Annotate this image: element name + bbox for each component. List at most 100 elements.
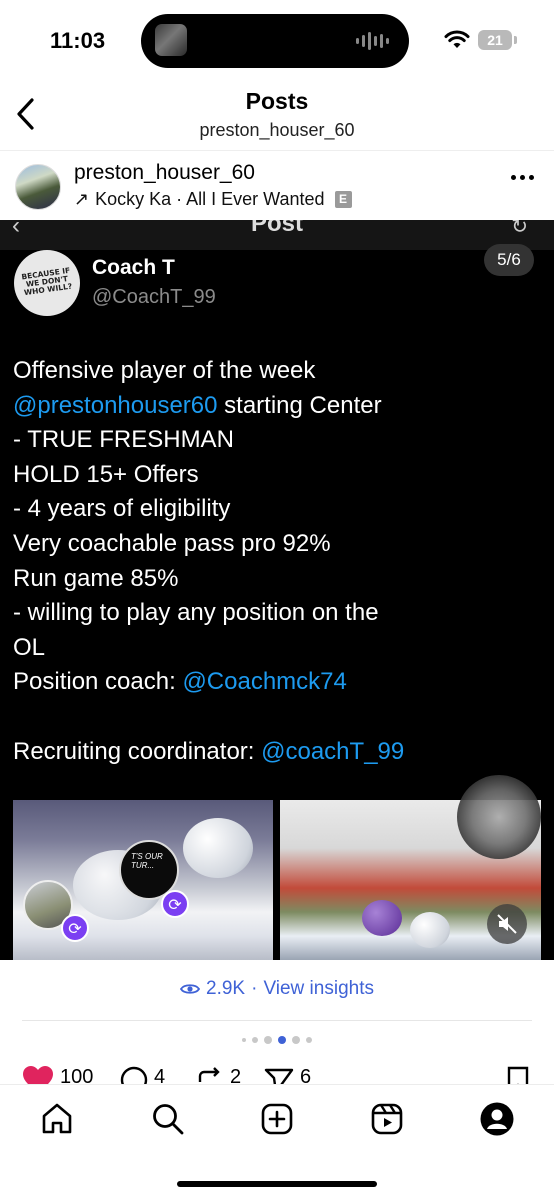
reels-icon bbox=[371, 1103, 403, 1135]
refresh-icon: ↻ bbox=[511, 220, 528, 238]
more-options-button[interactable] bbox=[511, 175, 534, 180]
nav-profile[interactable] bbox=[479, 1101, 515, 1137]
divider bbox=[22, 1020, 532, 1021]
share-button[interactable]: 6 bbox=[264, 1066, 311, 1084]
post-actions: 100 4 2 6 bbox=[0, 1062, 554, 1084]
nav-create[interactable] bbox=[259, 1101, 295, 1137]
tweet-author-name: Coach T bbox=[92, 256, 175, 279]
nav-search[interactable] bbox=[150, 1101, 186, 1137]
repost-count: 2 bbox=[230, 1066, 242, 1084]
tweet-line-text: HOLD 15+ Offers bbox=[13, 460, 199, 488]
music-attribution[interactable]: ↗ Kocky Ka · All I Ever Wanted E bbox=[74, 189, 352, 210]
avatar[interactable] bbox=[15, 164, 61, 210]
tweet-line: Offensive player of the week bbox=[13, 354, 543, 389]
status-bar: 11:03 21 bbox=[0, 0, 554, 84]
tweet-line: OL bbox=[13, 631, 543, 666]
like-button[interactable]: 100 bbox=[22, 1066, 93, 1084]
search-icon bbox=[153, 1104, 184, 1135]
home-icon bbox=[42, 1103, 72, 1134]
tweet-line-text: Very coachable pass pro 92% bbox=[13, 529, 331, 557]
tweet-line-text: Position coach: bbox=[13, 668, 183, 696]
dynamic-island[interactable] bbox=[141, 14, 409, 68]
home-indicator[interactable] bbox=[177, 1181, 377, 1187]
battery-icon: 21 bbox=[478, 30, 517, 50]
post-media[interactable]: ‹ Post ↻ BECAUSE IF WE DON'T WHO WILL? C… bbox=[0, 220, 554, 960]
mute-button[interactable] bbox=[487, 904, 527, 944]
screenshot-title: Post bbox=[250, 220, 303, 237]
carousel-dot bbox=[264, 1036, 272, 1044]
floating-assistive-button[interactable] bbox=[457, 775, 541, 859]
tweet-line: Recruiting coordinator: @coachT_99 bbox=[13, 735, 543, 770]
save-button[interactable] bbox=[506, 1066, 530, 1084]
screenshot-topbar: ‹ Post ↻ bbox=[0, 220, 554, 250]
avatar-shirt-text: BECAUSE IF WE DON'T WHO WILL? bbox=[20, 265, 73, 298]
battery-level: 21 bbox=[487, 32, 503, 48]
wifi-icon bbox=[444, 30, 470, 48]
status-indicators: 21 bbox=[444, 30, 517, 50]
bookmark-icon bbox=[507, 1066, 529, 1084]
tweet-line-text: Offensive player of the week bbox=[13, 357, 316, 384]
share-count: 6 bbox=[300, 1066, 312, 1084]
explicit-badge: E bbox=[334, 191, 352, 208]
music-label: Kocky Ka · All I Ever Wanted bbox=[95, 189, 325, 209]
tweet-photo-left: T'S OUR TUR... ⟳ ⟳ bbox=[13, 800, 273, 960]
carousel-dot bbox=[292, 1036, 300, 1044]
repost-badge-icon: ⟳ bbox=[161, 890, 189, 918]
create-icon bbox=[261, 1103, 293, 1135]
carousel-dot bbox=[278, 1036, 286, 1044]
view-insights-link[interactable]: 2.9K · View insights bbox=[0, 978, 554, 1000]
tweet-line: HOLD 15+ Offers bbox=[13, 458, 543, 493]
more-dot-icon bbox=[511, 175, 516, 180]
tweet-line-text: Recruiting coordinator: bbox=[13, 737, 262, 765]
tweet-line-text: Run game 85% bbox=[13, 564, 179, 592]
repost-badge-icon: ⟳ bbox=[61, 914, 89, 942]
tweet-line: Run game 85% bbox=[13, 562, 543, 597]
carousel-indicator bbox=[0, 1036, 554, 1044]
tweet-mention-link[interactable]: @prestonhouser60 bbox=[13, 392, 218, 419]
carousel-dot bbox=[242, 1038, 246, 1042]
audio-waveform-icon bbox=[356, 32, 389, 50]
eye-icon bbox=[180, 984, 201, 994]
post-header: preston_houser_60 ↗ Kocky Ka · All I Eve… bbox=[0, 150, 554, 220]
nav-home[interactable] bbox=[39, 1101, 75, 1137]
logo-text: T'S OUR TUR... bbox=[131, 852, 163, 870]
tweet-line: - 4 years of eligibility bbox=[13, 492, 543, 527]
tweet-line-text: - willing to play any position on the bbox=[13, 599, 379, 627]
insights-label: View insights bbox=[263, 978, 374, 999]
send-icon bbox=[264, 1068, 294, 1084]
tweet-line-text: - 4 years of eligibility bbox=[13, 495, 231, 523]
insights-separator: · bbox=[251, 978, 258, 999]
nav-reels[interactable] bbox=[369, 1101, 405, 1137]
more-dot-icon bbox=[529, 175, 534, 180]
comment-count: 4 bbox=[154, 1066, 166, 1084]
tweet-line-text: starting Center bbox=[217, 391, 382, 419]
page-title: Posts bbox=[245, 88, 309, 114]
status-time: 11:03 bbox=[50, 28, 106, 53]
helmet-shape bbox=[183, 818, 253, 878]
like-count: 100 bbox=[60, 1066, 94, 1084]
tweet-line: @prestonhouser60 starting Center bbox=[13, 389, 543, 424]
tweet-mention-link[interactable]: @coachT_99 bbox=[261, 738, 404, 765]
now-playing-artwork bbox=[155, 24, 187, 56]
tweet-line bbox=[13, 700, 543, 735]
tweet-line: Very coachable pass pro 92% bbox=[13, 527, 543, 562]
header: Posts preston_houser_60 bbox=[0, 84, 554, 150]
speaker-muted-icon bbox=[497, 914, 517, 934]
view-count: 2.9K bbox=[206, 978, 246, 999]
tweet-line: - willing to play any position on the bbox=[13, 596, 543, 631]
arrow-up-right-icon: ↗ bbox=[74, 189, 90, 209]
comment-button[interactable]: 4 bbox=[120, 1066, 165, 1084]
carousel-dot bbox=[306, 1037, 312, 1043]
author-username[interactable]: preston_houser_60 bbox=[74, 161, 255, 185]
tweet-line: - TRUE FRESHMAN bbox=[13, 423, 543, 458]
helmet-shape bbox=[362, 900, 402, 936]
tweet-line: Position coach: @Coachmck74 bbox=[13, 665, 543, 700]
comment-icon bbox=[120, 1066, 148, 1084]
helmet-shape bbox=[410, 912, 450, 948]
repost-button[interactable]: 2 bbox=[196, 1066, 241, 1084]
more-dot-icon bbox=[520, 175, 525, 180]
page-subtitle[interactable]: preston_houser_60 bbox=[0, 120, 554, 141]
profile-icon bbox=[480, 1102, 514, 1136]
tweet-mention-link[interactable]: @Coachmck74 bbox=[182, 668, 346, 695]
carousel-dot bbox=[252, 1037, 258, 1043]
